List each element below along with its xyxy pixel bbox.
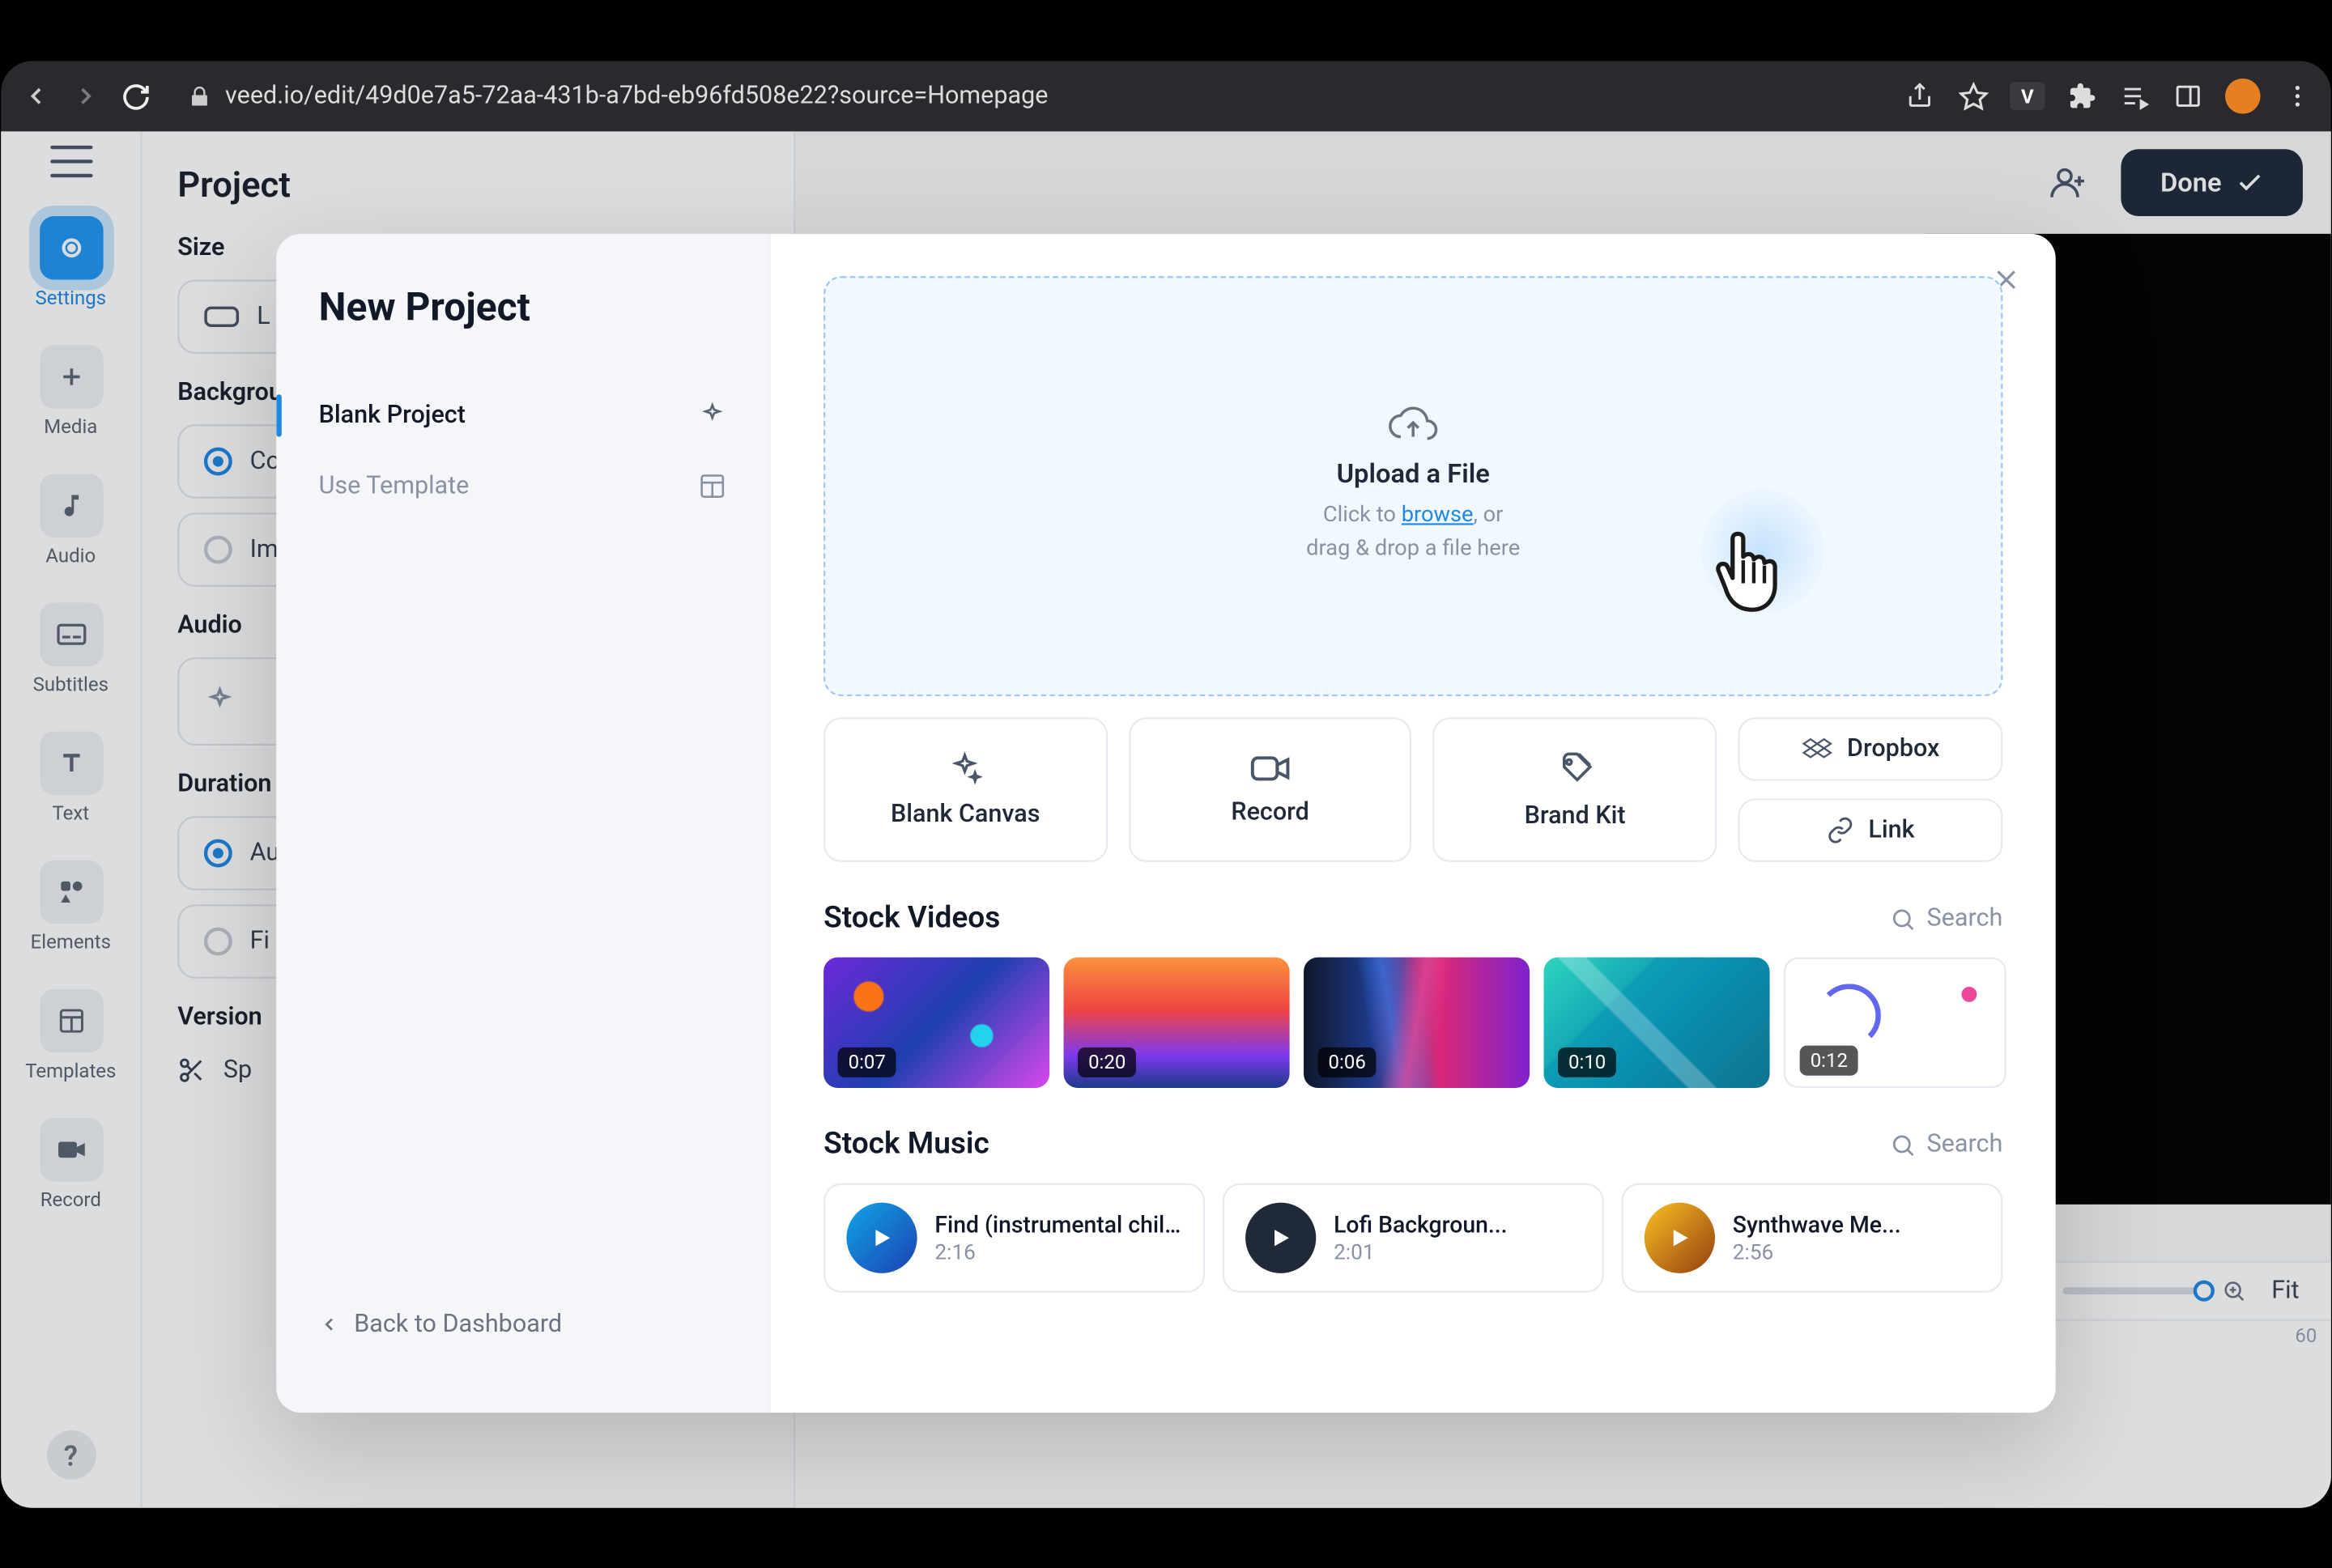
bookmark-star-icon[interactable] — [1957, 80, 1989, 112]
panel-icon[interactable] — [2172, 80, 2204, 112]
modal-title: New Project — [319, 287, 727, 331]
search-label: Search — [1927, 1130, 2003, 1158]
back-label: Back to Dashboard — [354, 1310, 562, 1338]
search-icon — [1890, 1131, 1917, 1158]
brand-kit-icon — [1555, 749, 1594, 788]
cloud-upload-icon — [1389, 405, 1438, 444]
dropbox-card[interactable]: Dropbox — [1738, 717, 2002, 780]
card-label: Record — [1231, 798, 1309, 826]
duration-badge: 0:12 — [1800, 1045, 1858, 1075]
upload-dropzone[interactable]: Upload a File Click to browse, or drag &… — [823, 276, 2002, 696]
music-duration: 2:01 — [1334, 1239, 1581, 1264]
search-icon — [1890, 905, 1917, 932]
record-card[interactable]: Record — [1129, 717, 1412, 862]
play-icon[interactable] — [846, 1202, 917, 1273]
card-label: Blank Canvas — [891, 800, 1040, 828]
extensions-icon[interactable] — [2066, 80, 2098, 112]
search-label: Search — [1927, 904, 2003, 933]
stock-music-item[interactable]: Lofi Backgroun... 2:01 — [1223, 1183, 1604, 1292]
music-duration: 2:56 — [1733, 1239, 1980, 1264]
playlist-icon[interactable] — [2119, 80, 2151, 112]
link-icon — [1826, 816, 1854, 844]
stock-music-item[interactable]: Find (instrumental chill lo 2:16 — [823, 1183, 1205, 1292]
stock-video-thumb[interactable]: 0:07 — [823, 957, 1049, 1087]
card-label: Brand Kit — [1525, 801, 1626, 830]
music-title: Find (instrumental chill lo — [934, 1212, 1181, 1239]
stock-music-title: Stock Music — [823, 1126, 989, 1162]
back-to-dashboard-button[interactable]: Back to Dashboard — [319, 1289, 727, 1359]
blank-project-option[interactable]: Blank Project — [319, 380, 727, 450]
lock-icon — [188, 84, 211, 107]
sparkle-icon — [947, 750, 983, 786]
music-duration: 2:16 — [934, 1239, 1181, 1264]
stock-video-thumb[interactable]: 0:20 — [1064, 957, 1290, 1087]
duration-badge: 0:06 — [1317, 1047, 1376, 1077]
use-template-option[interactable]: Use Template — [319, 450, 727, 521]
stock-video-thumb[interactable]: 0:12 — [1784, 957, 2006, 1087]
video-camera-icon — [1249, 752, 1291, 784]
browser-menu-icon[interactable] — [2282, 80, 2313, 112]
card-label: Dropbox — [1847, 734, 1939, 763]
browser-reload-button[interactable] — [117, 78, 153, 113]
profile-avatar[interactable] — [2225, 78, 2261, 113]
music-title: Synthwave Me... — [1733, 1212, 1980, 1239]
extension-v-icon[interactable]: V — [2010, 82, 2045, 110]
option-label: Blank Project — [319, 401, 466, 429]
browse-link[interactable]: browse — [1402, 502, 1474, 529]
template-icon — [698, 472, 726, 500]
browser-forward-button[interactable] — [68, 78, 104, 113]
option-label: Use Template — [319, 472, 470, 500]
browser-url[interactable]: veed.io/edit/49d0e7a5-72aa-431b-a7bd-eb9… — [225, 82, 1048, 110]
modal-backdrop: New Project Blank Project Use Template B… — [1, 131, 2331, 1507]
play-icon[interactable] — [1245, 1202, 1316, 1273]
duration-badge: 0:07 — [838, 1047, 896, 1077]
duration-badge: 0:20 — [1078, 1047, 1136, 1077]
card-label: Link — [1868, 816, 1914, 844]
brand-kit-card[interactable]: Brand Kit — [1433, 717, 1717, 862]
duration-badge: 0:10 — [1558, 1047, 1616, 1077]
play-icon[interactable] — [1645, 1202, 1715, 1273]
upload-subtitle: Click to browse, or drag & drop a file h… — [1306, 500, 1520, 567]
stock-video-thumb[interactable]: 0:10 — [1544, 957, 1770, 1087]
sparkle-icon — [698, 401, 726, 429]
upload-title: Upload a File — [1337, 458, 1490, 490]
share-icon[interactable] — [1904, 80, 1935, 112]
dropbox-icon — [1801, 734, 1832, 763]
browser-back-button[interactable] — [19, 78, 54, 113]
stock-video-thumb[interactable]: 0:06 — [1304, 957, 1530, 1087]
stock-music-search[interactable]: Search — [1890, 1130, 2003, 1158]
new-project-modal: New Project Blank Project Use Template B… — [276, 233, 2055, 1412]
browser-toolbar: veed.io/edit/49d0e7a5-72aa-431b-a7bd-eb9… — [1, 61, 2331, 131]
stock-videos-title: Stock Videos — [823, 900, 1000, 936]
stock-videos-search[interactable]: Search — [1890, 904, 2003, 933]
blank-canvas-card[interactable]: Blank Canvas — [823, 717, 1107, 862]
stock-music-item[interactable]: Synthwave Me... 2:56 — [1621, 1183, 2002, 1292]
music-title: Lofi Backgroun... — [1334, 1212, 1581, 1239]
pointer-hand-icon — [1701, 525, 1789, 620]
link-card[interactable]: Link — [1738, 798, 2002, 861]
